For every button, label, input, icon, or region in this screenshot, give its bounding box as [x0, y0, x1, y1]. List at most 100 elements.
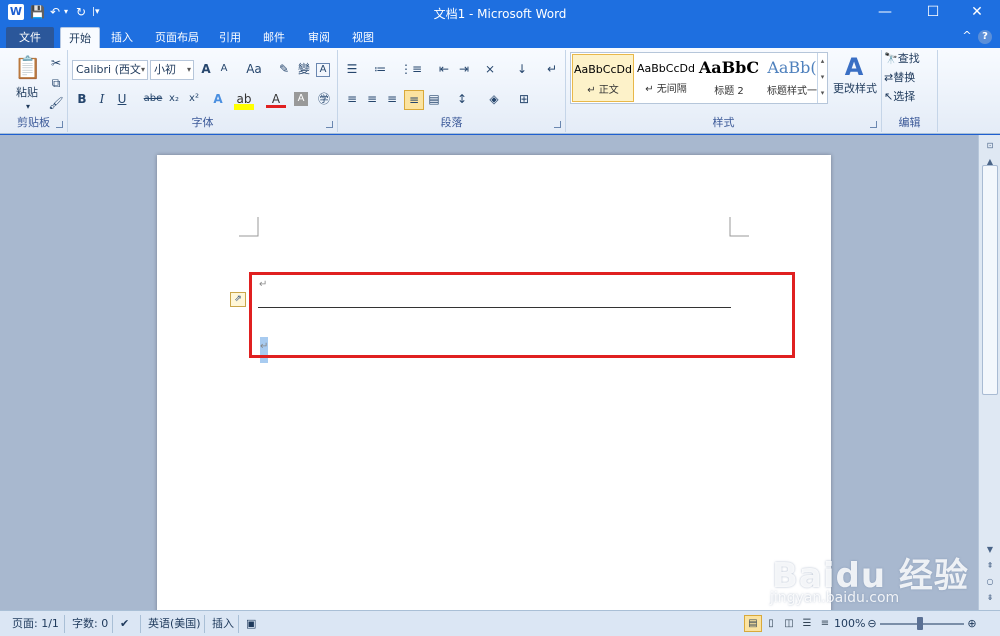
ribbon: 📋 粘贴 ▾ ✂ ⧉ 🖌 剪贴板 Calibri (西文 ▾ 小初 ▾ A A Aa… [0, 48, 1000, 134]
select-button[interactable]: ↖选择 [884, 88, 938, 108]
style-title-one[interactable]: AaBb( 标题样式一 [761, 54, 823, 102]
copy-icon[interactable]: ⧉ [46, 74, 66, 94]
ribbon-collapse-icon[interactable]: ^ [960, 29, 974, 43]
baidu-watermark-url: jingyan.baidu.com [770, 590, 900, 606]
zoom-slider-thumb[interactable] [917, 617, 923, 630]
shrink-font-button[interactable]: A [214, 60, 234, 80]
gallery-scroll[interactable]: ▴ ▾ ▾ [817, 53, 827, 103]
style-heading-2[interactable]: AaBbC 标题 2 [698, 54, 760, 102]
enclose-char-icon[interactable]: ㊫ [314, 90, 334, 110]
style-no-spacing[interactable]: AaBbCcDd ↵ 无间隔 [635, 54, 697, 102]
file-tab[interactable]: 文件 [6, 27, 54, 48]
clipboard-group: 📋 粘贴 ▾ ✂ ⧉ 🖌 剪贴板 [0, 50, 68, 132]
tab-review[interactable]: 审阅 [301, 27, 337, 48]
status-separator [204, 615, 205, 633]
replace-button[interactable]: ⇄替换 [884, 69, 938, 89]
tab-view[interactable]: 视图 [345, 27, 381, 48]
change-case-button[interactable]: Aa [242, 60, 266, 80]
cut-icon[interactable]: ✂ [46, 54, 66, 74]
tab-insert[interactable]: 插入 [105, 27, 139, 48]
borders-icon[interactable]: ⊞ [514, 90, 534, 110]
subscript-button[interactable]: x₂ [164, 90, 184, 110]
crop-mark-top-right [729, 217, 749, 237]
font-color-icon[interactable]: A [266, 90, 286, 108]
multilevel-list-icon[interactable]: ⋮≡ [400, 60, 422, 80]
help-area: ^? [956, 29, 992, 44]
scroll-thumb[interactable] [982, 165, 998, 395]
select-icon: ↖ [884, 90, 894, 103]
font-size-combo[interactable]: 小初 ▾ [150, 60, 194, 80]
style-sample: AaBbCcDd [637, 62, 695, 75]
char-border-icon[interactable]: A [316, 63, 330, 77]
browse-object-icon[interactable]: ○ [982, 575, 998, 589]
line-spacing-icon[interactable]: ↕ [452, 90, 472, 110]
grow-font-button[interactable]: A [196, 60, 216, 80]
web-layout-icon[interactable]: ◫ [780, 615, 798, 632]
draft-view-icon[interactable]: ≡ [816, 615, 834, 632]
highlight-icon[interactable]: ab [234, 90, 254, 110]
superscript-button[interactable]: x² [184, 90, 204, 110]
font-launcher-icon[interactable] [326, 121, 333, 128]
print-layout-view-icon[interactable]: ▤ [744, 615, 762, 632]
word-count[interactable]: 字数: 0 [72, 616, 108, 632]
tab-page-layout[interactable]: 页面布局 [148, 27, 206, 48]
zoom-in-icon[interactable]: ⊕ [966, 616, 978, 632]
italic-button[interactable]: I [92, 90, 112, 110]
language-indicator[interactable]: 英语(美国) [148, 616, 201, 632]
next-page-icon[interactable]: ⇟ [982, 591, 998, 605]
help-icon[interactable]: ? [978, 30, 992, 44]
clear-format-icon[interactable]: ✎ [274, 60, 294, 80]
paste-icon[interactable]: 📋 [14, 54, 42, 84]
proofing-icon[interactable]: ✔ [120, 616, 129, 632]
vertical-scrollbar[interactable]: ⊡ ▲ ▼ ⇞ ○ ⇟ [978, 135, 1000, 610]
document-area[interactable]: ↵ ↵ ⇗ [0, 135, 978, 610]
prev-page-icon[interactable]: ⇞ [982, 559, 998, 573]
minimize-button[interactable]: — [862, 0, 908, 24]
insert-mode[interactable]: 插入 [212, 616, 234, 632]
bullets-icon[interactable]: ☰ [342, 60, 362, 80]
tab-references[interactable]: 引用 [212, 27, 248, 48]
autocorrect-options-icon[interactable]: ⇗ [230, 292, 246, 307]
style-normal[interactable]: AaBbCcDd ↵ 正文 [572, 54, 634, 102]
align-center-icon[interactable]: ≡ [362, 90, 382, 110]
tab-home[interactable]: 开始 [60, 27, 100, 48]
char-shading-icon[interactable]: A [294, 92, 308, 106]
change-styles-icon[interactable]: A [840, 52, 868, 82]
chinese-layout-icon[interactable]: ⨯ [480, 60, 500, 80]
macro-record-icon[interactable]: ▣ [246, 616, 256, 632]
clipboard-launcher-icon[interactable] [56, 121, 63, 128]
style-name: 标题样式一 [767, 86, 817, 97]
find-button[interactable]: 🔭查找 [884, 50, 938, 70]
format-painter-icon[interactable]: 🖌 [46, 94, 66, 114]
maximize-button[interactable]: ☐ [910, 0, 956, 24]
align-left-icon[interactable]: ≡ [342, 90, 362, 110]
scroll-down-icon[interactable]: ▼ [982, 543, 998, 557]
sort-icon[interactable]: ↓ [512, 60, 532, 80]
bold-button[interactable]: B [72, 90, 92, 110]
ruler-toggle-icon[interactable]: ⊡ [982, 139, 998, 153]
decrease-indent-icon[interactable]: ⇤ [434, 60, 454, 80]
page-count[interactable]: 页面: 1/1 [12, 616, 59, 632]
underline-button[interactable]: U [112, 90, 132, 110]
font-name-combo[interactable]: Calibri (西文 ▾ [72, 60, 148, 80]
align-right-icon[interactable]: ≡ [382, 90, 402, 110]
justify-icon[interactable]: ≡ [404, 90, 424, 110]
full-screen-reading-icon[interactable]: ▯ [762, 615, 780, 632]
paragraph-launcher-icon[interactable] [554, 121, 561, 128]
close-button[interactable]: ✕ [954, 0, 1000, 24]
tab-mailings[interactable]: 邮件 [256, 27, 292, 48]
styles-launcher-icon[interactable] [870, 121, 877, 128]
shading-icon[interactable]: ◈ [484, 90, 504, 110]
zoom-level[interactable]: 100% [834, 616, 865, 632]
text-effects-icon[interactable]: A [208, 90, 228, 110]
change-styles-button[interactable]: 更改样式 [832, 80, 878, 100]
document-page[interactable]: ↵ ↵ ⇗ [157, 155, 831, 610]
zoom-out-icon[interactable]: ⊖ [866, 616, 878, 632]
outline-view-icon[interactable]: ☰ [798, 615, 816, 632]
increase-indent-icon[interactable]: ⇥ [454, 60, 474, 80]
show-marks-icon[interactable]: ↵ [542, 60, 562, 80]
numbering-icon[interactable]: ≔ [370, 60, 390, 80]
distributed-icon[interactable]: ▤ [424, 90, 444, 110]
phonetic-guide-icon[interactable]: 變 [294, 60, 314, 80]
strikethrough-button[interactable]: abe [142, 90, 164, 110]
